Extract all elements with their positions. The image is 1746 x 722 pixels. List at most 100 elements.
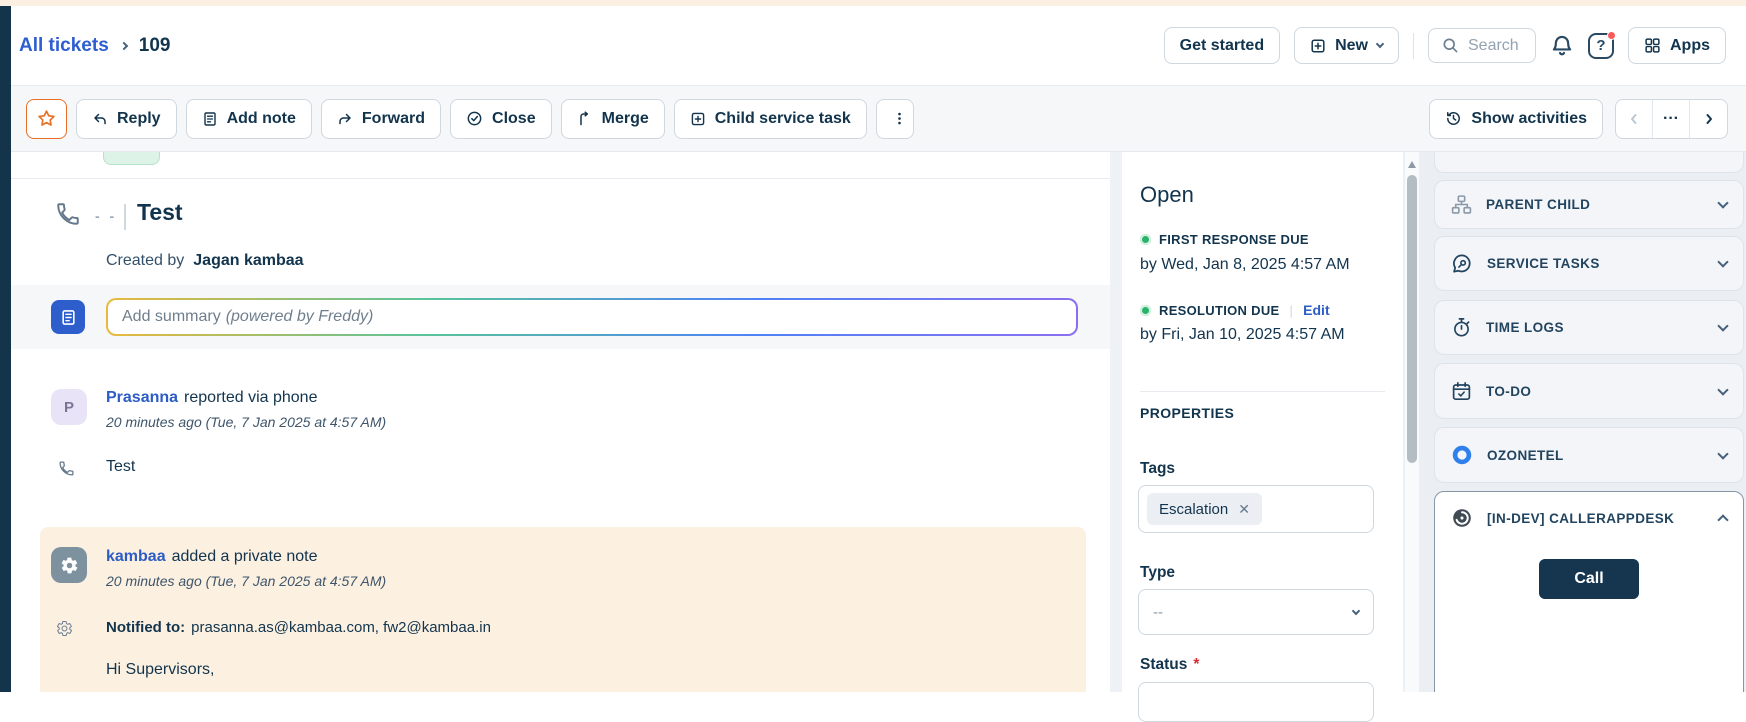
history-clock-icon <box>1445 110 1462 127</box>
chevron-down-icon <box>1717 448 1728 459</box>
close-ticket-button[interactable]: Close <box>450 99 552 139</box>
conversation-body: Test <box>106 458 135 476</box>
notified-gear-icon <box>56 620 73 642</box>
pager-more-button[interactable]: ··· <box>1653 100 1690 138</box>
sla-green-dot-icon <box>1140 234 1151 245</box>
breadcrumb-all-tickets[interactable]: All tickets <box>19 35 109 57</box>
private-note-card: kambaaadded a private note 20 minutes ag… <box>40 527 1086 692</box>
app-card-parent-child[interactable]: PARENT CHILD <box>1434 180 1744 229</box>
merge-label: Merge <box>602 110 649 128</box>
plus-square-icon <box>690 111 706 127</box>
help-button[interactable]: ? <box>1588 33 1614 59</box>
apps-button[interactable]: Apps <box>1628 27 1726 64</box>
apps-sidebar: PARENT CHILD SERVICE TASKS TIME LOGS TO-… <box>1419 152 1746 692</box>
merge-button[interactable]: Merge <box>561 99 665 139</box>
child-service-task-button[interactable]: Child service task <box>674 99 867 139</box>
label-divider: | <box>1289 303 1293 318</box>
app-card-callerappdesk-header[interactable]: [IN-DEV] CALLERAPPDESK <box>1435 492 1743 544</box>
close-label: Close <box>492 110 536 128</box>
chevron-down-icon <box>1717 384 1728 395</box>
first-response-due: by Wed, Jan 8, 2025 4:57 AM <box>1140 256 1350 274</box>
apps-label: Apps <box>1670 37 1710 55</box>
chevron-down-icon <box>1376 40 1384 48</box>
notified-to-row: Notified to:prasanna.as@kambaa.com, fw2@… <box>106 619 491 636</box>
summary-placeholder-freddy: (powered by Freddy) <box>226 308 374 326</box>
more-actions-button[interactable] <box>876 99 914 139</box>
scrollbar-up-arrow[interactable] <box>1408 161 1416 168</box>
scrollbar-thumb[interactable] <box>1407 175 1417 463</box>
scrolled-tag-pill <box>103 152 160 165</box>
edit-resolution-link[interactable]: Edit <box>1303 302 1329 318</box>
header-divider <box>1413 33 1414 59</box>
call-button[interactable]: Call <box>1539 559 1639 599</box>
chevron-down-icon <box>1717 320 1728 331</box>
created-by-label: Created by <box>106 252 184 269</box>
app-card-label: OZONETEL <box>1487 448 1564 463</box>
star-ticket-button[interactable] <box>26 99 67 139</box>
summary-strip: Add summary (powered by Freddy) <box>11 285 1110 349</box>
tags-input[interactable]: Escalation ✕ <box>1138 485 1374 533</box>
author-link[interactable]: Prasanna <box>106 389 178 406</box>
breadcrumb-chevron-icon <box>120 41 128 49</box>
scrolled-app-card <box>1434 152 1744 173</box>
author-link[interactable]: kambaa <box>106 548 166 565</box>
app-card-service-tasks[interactable]: SERVICE TASKS <box>1434 236 1744 291</box>
chevron-down-icon <box>1352 606 1360 614</box>
app-card-label: TO-DO <box>1486 384 1531 399</box>
conversation-author-row: Prasannareported via phone <box>106 389 317 407</box>
summary-input[interactable]: Add summary (powered by Freddy) <box>106 298 1078 336</box>
gear-icon <box>60 556 79 575</box>
app-card-label: SERVICE TASKS <box>1487 256 1600 271</box>
calendar-check-icon <box>1451 381 1472 402</box>
required-asterisk: * <box>1193 656 1199 673</box>
system-avatar <box>51 547 87 583</box>
ticket-title: Test <box>137 199 183 226</box>
app-card-label: [IN-DEV] CALLERAPPDESK <box>1487 511 1674 526</box>
toolbar-right: Show activities ··· <box>1429 99 1728 139</box>
chevron-down-icon <box>1717 256 1728 267</box>
notifications-button[interactable] <box>1550 34 1574 58</box>
sitemap-icon <box>1451 194 1472 215</box>
resolution-due-label: RESOLUTION DUE <box>1159 303 1279 318</box>
reply-icon <box>92 111 108 127</box>
reply-label: Reply <box>117 110 161 128</box>
ticket-detail-page: All tickets 109 Get started New Search ? <box>0 0 1746 692</box>
panel-scrollbar[interactable] <box>1404 152 1419 692</box>
app-card-to-do[interactable]: TO-DO <box>1434 363 1744 419</box>
app-card-time-logs[interactable]: TIME LOGS <box>1434 300 1744 355</box>
conversation-timestamp: 20 minutes ago (Tue, 7 Jan 2025 at 4:57 … <box>106 414 386 430</box>
reply-button[interactable]: Reply <box>76 99 177 139</box>
get-started-button[interactable]: Get started <box>1164 27 1280 64</box>
app-card-ozonetel[interactable]: OZONETEL <box>1434 427 1744 483</box>
freddy-summary-icon[interactable] <box>51 300 85 334</box>
type-select[interactable]: -- <box>1138 589 1374 635</box>
remove-tag-icon[interactable]: ✕ <box>1238 502 1250 516</box>
search-icon <box>1442 37 1459 54</box>
breadcrumb: All tickets 109 <box>19 35 170 57</box>
header-actions: Get started New Search ? Apps <box>1164 27 1726 64</box>
new-button[interactable]: New <box>1294 27 1399 64</box>
status-select[interactable] <box>1138 682 1374 722</box>
forward-button[interactable]: Forward <box>321 99 441 139</box>
star-icon <box>37 109 56 128</box>
status-label-text: Status <box>1140 656 1187 673</box>
author-action: added a private note <box>172 548 318 565</box>
breadcrumb-ticket-id: 109 <box>139 35 171 57</box>
type-label: Type <box>1140 564 1175 582</box>
previous-ticket-button[interactable] <box>1616 100 1653 138</box>
app-card-callerappdesk: [IN-DEV] CALLERAPPDESK Call <box>1434 491 1744 692</box>
content-area: - - Test Created byJagan kambaa Add summ… <box>11 152 1746 692</box>
global-nav-edge <box>0 6 11 692</box>
note-author-row: kambaa added a private note <box>106 548 317 566</box>
next-ticket-button[interactable] <box>1690 100 1727 138</box>
show-activities-button[interactable]: Show activities <box>1429 99 1603 139</box>
phone-channel-icon <box>58 460 75 482</box>
conversation-column: - - Test Created byJagan kambaa Add summ… <box>11 152 1110 692</box>
created-by-name: Jagan kambaa <box>193 252 303 269</box>
add-note-label: Add note <box>227 110 296 128</box>
chevron-right-icon <box>1703 113 1715 125</box>
app-card-label: PARENT CHILD <box>1486 197 1590 212</box>
add-note-button[interactable]: Add note <box>186 99 312 139</box>
tag-chip: Escalation ✕ <box>1147 493 1262 525</box>
search-input[interactable]: Search <box>1428 28 1536 63</box>
